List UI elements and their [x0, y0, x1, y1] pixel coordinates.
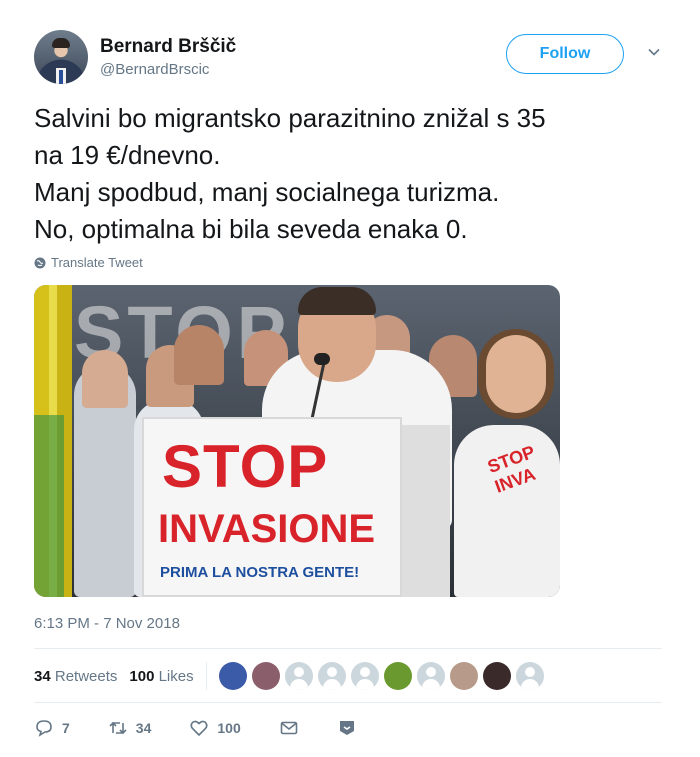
reply-button[interactable]: 7 — [34, 718, 70, 738]
follow-button[interactable]: Follow — [506, 34, 624, 74]
photo-avatar[interactable] — [482, 662, 511, 690]
reply-icon — [36, 720, 52, 737]
speaker-hair — [298, 287, 376, 315]
translate-label: Translate Tweet — [51, 255, 143, 270]
likes-stat[interactable]: 100 Likes — [129, 668, 193, 685]
sign-slogan-text: PRIMA LA NOSTRA GENTE! — [160, 564, 360, 581]
default-avatar[interactable] — [515, 662, 544, 690]
retweets-label: Retweets — [54, 667, 118, 685]
divider — [34, 702, 662, 703]
globe-icon — [34, 257, 46, 268]
user-handle[interactable]: @BernardBrscic — [100, 61, 209, 78]
tweet-actions: 7 34 100 — [34, 714, 395, 742]
heart-icon — [190, 720, 208, 737]
avatar-tie — [59, 70, 63, 84]
tweet-photo[interactable]: STOP STOP INVA STOP INVASIONE PRIMA LA N… — [34, 285, 560, 597]
default-avatar[interactable] — [350, 662, 379, 690]
retweet-icon — [109, 721, 127, 735]
reply-count: 7 — [62, 720, 70, 736]
retweets-count: 34 — [34, 667, 51, 685]
retweet-button[interactable]: 34 — [108, 718, 152, 738]
tweet-text: Salvini bo migrantsko parazitnino znižal… — [34, 100, 674, 248]
photo-avatar[interactable] — [251, 662, 280, 690]
tweet-line: na 19 €/dnevno. — [34, 140, 221, 170]
like-button[interactable]: 100 — [189, 718, 241, 738]
save-button[interactable] — [337, 718, 357, 738]
tweet-header: Bernard Brščič @BernardBrscic Follow — [34, 28, 674, 88]
flag-avatar[interactable] — [218, 662, 247, 690]
tweet-line: Salvini bo migrantsko parazitnino znižal… — [34, 103, 546, 133]
message-button[interactable] — [279, 718, 299, 738]
retweet-count: 34 — [135, 720, 152, 736]
avatar-hair — [52, 38, 70, 48]
bookmark-icon — [339, 721, 354, 735]
pattern-avatar[interactable] — [449, 662, 478, 690]
microphone-icon — [314, 353, 330, 365]
user-name[interactable]: Bernard Brščič — [100, 36, 236, 58]
crowd-person-head — [82, 350, 128, 408]
envelope-icon — [280, 721, 298, 735]
likes-count: 100 — [129, 667, 155, 685]
tweet-line: No, optimalna bi bila seveda enaka 0. — [34, 214, 468, 244]
like-count: 100 — [217, 720, 241, 736]
translate-tweet-link[interactable]: Translate Tweet — [34, 255, 143, 270]
sign-invasione-text: INVASIONE — [158, 507, 376, 551]
crowd-person-head — [174, 325, 224, 385]
retweets-stat[interactable]: 34 Retweets — [34, 668, 117, 685]
stats-divider — [205, 662, 207, 690]
woman-face — [486, 335, 546, 413]
tweet-line: Manj spodbud, manj socialnega turizma. — [34, 177, 500, 207]
default-avatar[interactable] — [416, 662, 445, 690]
likes-label: Likes — [158, 667, 194, 685]
user-avatar[interactable] — [34, 30, 88, 84]
podium-side — [402, 425, 450, 597]
default-avatar[interactable] — [284, 662, 313, 690]
divider — [34, 648, 662, 649]
tweet-stats: 34 Retweets 100 Likes — [34, 662, 544, 690]
chevron-down-icon[interactable] — [648, 46, 660, 58]
ball-avatar[interactable] — [383, 662, 412, 690]
green-flag — [34, 415, 64, 597]
sign-stop-text: STOP — [162, 433, 329, 500]
default-avatar[interactable] — [317, 662, 346, 690]
likers-list — [218, 662, 544, 690]
tweet-timestamp[interactable]: 6:13 PM - 7 Nov 2018 — [34, 615, 180, 632]
